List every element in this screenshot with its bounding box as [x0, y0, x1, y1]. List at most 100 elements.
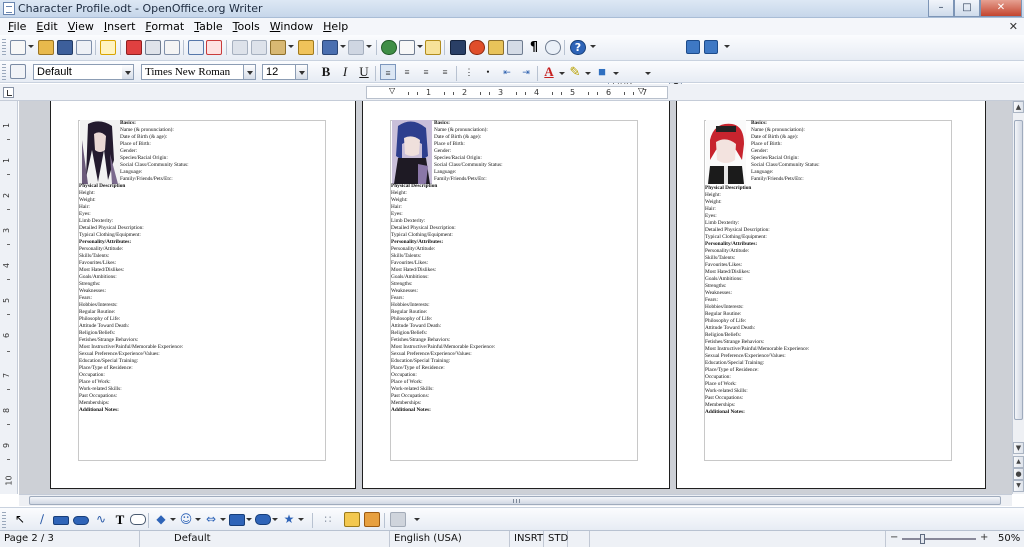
copy-icon[interactable]	[251, 40, 267, 55]
zoom-in-icon[interactable]: +	[980, 532, 988, 543]
select-pointer-icon[interactable]: ↖	[12, 512, 28, 527]
toolbar-grip[interactable]	[2, 39, 6, 55]
redo-dropdown-arrow[interactable]	[366, 45, 372, 48]
gallery-icon[interactable]	[488, 40, 504, 55]
document-page[interactable]: Basics: Name (& pronunciation): Date of …	[362, 101, 670, 489]
findbar-options-arrow[interactable]	[724, 45, 730, 48]
font-size-select[interactable]: 12	[262, 64, 296, 80]
table-dropdown-arrow[interactable]	[417, 45, 423, 48]
toolbar-grip[interactable]	[2, 512, 6, 528]
right-indent-marker-icon[interactable]: ▽	[638, 86, 644, 95]
bullets-icon[interactable]: •	[480, 64, 496, 80]
symbol-shapes-icon[interactable]: ☺	[178, 512, 194, 527]
close-button[interactable]: ✕	[980, 0, 1022, 17]
block-arrows-icon[interactable]: ⇔	[203, 512, 219, 527]
font-color-icon[interactable]: A	[541, 64, 557, 80]
toolbar-grip[interactable]	[2, 64, 6, 80]
open-folder-icon[interactable]	[38, 40, 54, 55]
previous-page-icon[interactable]: ▲	[1013, 456, 1024, 468]
navigation-icon[interactable]: ●	[1013, 468, 1024, 480]
selection-mode-indicator[interactable]: STD	[544, 531, 568, 547]
tab-type-selector[interactable]	[3, 87, 14, 98]
rectangle-icon[interactable]	[53, 516, 69, 525]
line-icon[interactable]: ∕	[34, 512, 50, 527]
export-pdf-icon[interactable]	[126, 40, 142, 55]
horizontal-ruler[interactable]: 1 2 3 4 5 6 7 ▽ ▽	[366, 86, 668, 99]
flowcharts-dropdown[interactable]	[246, 518, 252, 521]
menu-window[interactable]: Window	[265, 20, 318, 33]
drawing-options-arrow[interactable]	[414, 518, 420, 521]
clone-formatting-icon[interactable]	[298, 40, 314, 55]
save-icon[interactable]	[57, 40, 73, 55]
stars-dropdown[interactable]	[298, 518, 304, 521]
navigator-icon[interactable]	[469, 40, 485, 55]
menu-view[interactable]: View	[63, 20, 99, 33]
document-page[interactable]: Basics: Name (& pronunciation): Date of …	[50, 101, 356, 489]
find-next-icon[interactable]	[686, 40, 700, 54]
new-document-icon[interactable]	[10, 40, 26, 55]
highlighting-dropdown[interactable]	[585, 72, 591, 75]
next-page-icon[interactable]: ▼	[1013, 480, 1024, 492]
fontwork-icon[interactable]	[344, 512, 360, 527]
toolbar-options-arrow[interactable]	[590, 45, 596, 48]
font-color-dropdown[interactable]	[559, 72, 565, 75]
underline-button[interactable]: U	[356, 64, 372, 80]
align-center-icon[interactable]: ≡	[399, 64, 415, 80]
symbol-shapes-dropdown[interactable]	[195, 518, 201, 521]
font-name-dropdown[interactable]	[244, 64, 256, 80]
menu-tools[interactable]: Tools	[228, 20, 265, 33]
close-document-icon[interactable]: ✕	[1009, 20, 1018, 33]
minimize-button[interactable]: –	[928, 0, 954, 17]
print-icon[interactable]	[145, 40, 161, 55]
paste-dropdown-arrow[interactable]	[288, 45, 294, 48]
zoom-level[interactable]: 50%	[994, 531, 1024, 547]
find-previous-icon[interactable]	[704, 40, 718, 54]
paragraph-style-select[interactable]: Default	[33, 64, 123, 80]
zoom-slider-knob[interactable]	[920, 534, 925, 544]
vertical-scrollbar[interactable]: ▲ ▼ ▲ ● ▼	[1012, 101, 1024, 494]
data-sources-icon[interactable]	[507, 40, 523, 55]
edit-file-icon[interactable]	[100, 40, 116, 55]
document-workspace[interactable]: Basics: Name (& pronunciation): Date of …	[19, 101, 1012, 494]
basic-shapes-dropdown[interactable]	[170, 518, 176, 521]
scroll-down-icon[interactable]: ▼	[1013, 442, 1024, 454]
callout-shapes-icon[interactable]	[255, 514, 271, 525]
formatting-marks-icon[interactable]: ¶	[526, 40, 542, 55]
horizontal-scroll-thumb[interactable]	[29, 496, 1001, 505]
font-name-select[interactable]: Times New Roman	[141, 64, 244, 80]
decrease-indent-icon[interactable]: ⇤	[499, 64, 515, 80]
vertical-scroll-thumb[interactable]	[1014, 120, 1023, 420]
align-right-icon[interactable]: ≡	[418, 64, 434, 80]
paragraph-style-dropdown[interactable]	[122, 64, 134, 80]
menu-edit[interactable]: Edit	[31, 20, 62, 33]
cut-icon[interactable]	[232, 40, 248, 55]
new-dropdown-arrow[interactable]	[28, 45, 34, 48]
undo-dropdown-arrow[interactable]	[340, 45, 346, 48]
points-icon[interactable]: ∷	[320, 512, 336, 527]
vertical-ruler[interactable]: 1 1 2 3 4 5 6 7 8 9 10	[0, 101, 18, 494]
freeform-line-icon[interactable]: ∿	[93, 512, 109, 527]
numbering-icon[interactable]: ⋮	[461, 64, 477, 80]
menu-file[interactable]: File	[3, 20, 31, 33]
font-size-dropdown[interactable]	[296, 64, 308, 80]
email-document-icon[interactable]	[76, 40, 92, 55]
undo-icon[interactable]	[322, 40, 338, 55]
block-arrows-dropdown[interactable]	[220, 518, 226, 521]
background-color-icon[interactable]: ■	[594, 64, 610, 80]
maximize-button[interactable]: □	[954, 0, 980, 17]
indent-marker-icon[interactable]: ▽	[389, 86, 395, 95]
italic-button[interactable]: I	[337, 64, 353, 80]
formatting-options-arrow[interactable]	[645, 72, 651, 75]
help-icon[interactable]: ?	[570, 40, 586, 55]
horizontal-scrollbar[interactable]	[19, 494, 1012, 506]
redo-icon[interactable]	[348, 40, 364, 55]
menu-table[interactable]: Table	[189, 20, 227, 33]
highlighting-icon[interactable]: ✎	[567, 64, 583, 80]
basic-shapes-icon[interactable]: ◆	[153, 512, 169, 527]
zoom-icon[interactable]	[545, 40, 561, 55]
autospellcheck-icon[interactable]	[206, 40, 222, 55]
menu-format[interactable]: Format	[140, 20, 189, 33]
bold-button[interactable]: B	[318, 64, 334, 80]
document-page[interactable]: Basics: Name (& pronunciation): Date of …	[676, 101, 986, 489]
find-replace-icon[interactable]	[450, 40, 466, 55]
